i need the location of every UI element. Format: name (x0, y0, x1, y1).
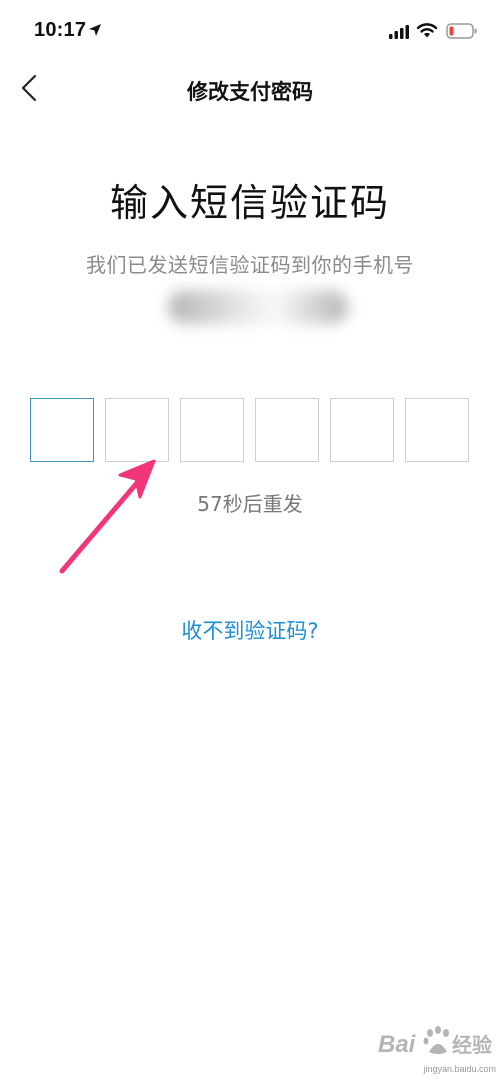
nav-bar: 修改支付密码 (0, 62, 500, 116)
battery-low-icon (446, 23, 477, 39)
nav-title: 修改支付密码 (187, 80, 313, 104)
sms-sent-subtitle: 我们已发送短信验证码到你的手机号 (86, 253, 414, 277)
svg-text:经验: 经验 (452, 1033, 492, 1057)
code-box-4[interactable] (255, 398, 319, 462)
signal-icon (389, 25, 409, 39)
pink-arrow-annotation (59, 459, 156, 574)
code-box-2[interactable] (105, 398, 169, 462)
no-code-help-link[interactable]: 收不到验证码? (0, 615, 500, 645)
wifi-icon (416, 23, 438, 38)
page-heading: 输入短信验证码 (109, 181, 390, 225)
code-box-6[interactable] (405, 398, 469, 462)
blurred-phone-number (168, 290, 348, 324)
svg-text:Bai: Bai (378, 1031, 417, 1058)
code-box-1[interactable] (30, 398, 94, 462)
watermark-url: jingyan.baidu.com (423, 1064, 496, 1074)
status-bar: 10:17 (0, 0, 500, 62)
baidu-jingyan-logo: Bai 经验 (378, 1026, 492, 1058)
baidu-jingyan-watermark: Bai 经验 jingyan.baidu.com (378, 1022, 496, 1076)
status-time: 10:17 (34, 19, 87, 41)
location-arrow-icon (89, 24, 101, 36)
code-box-5[interactable] (330, 398, 394, 462)
code-box-3[interactable] (180, 398, 244, 462)
